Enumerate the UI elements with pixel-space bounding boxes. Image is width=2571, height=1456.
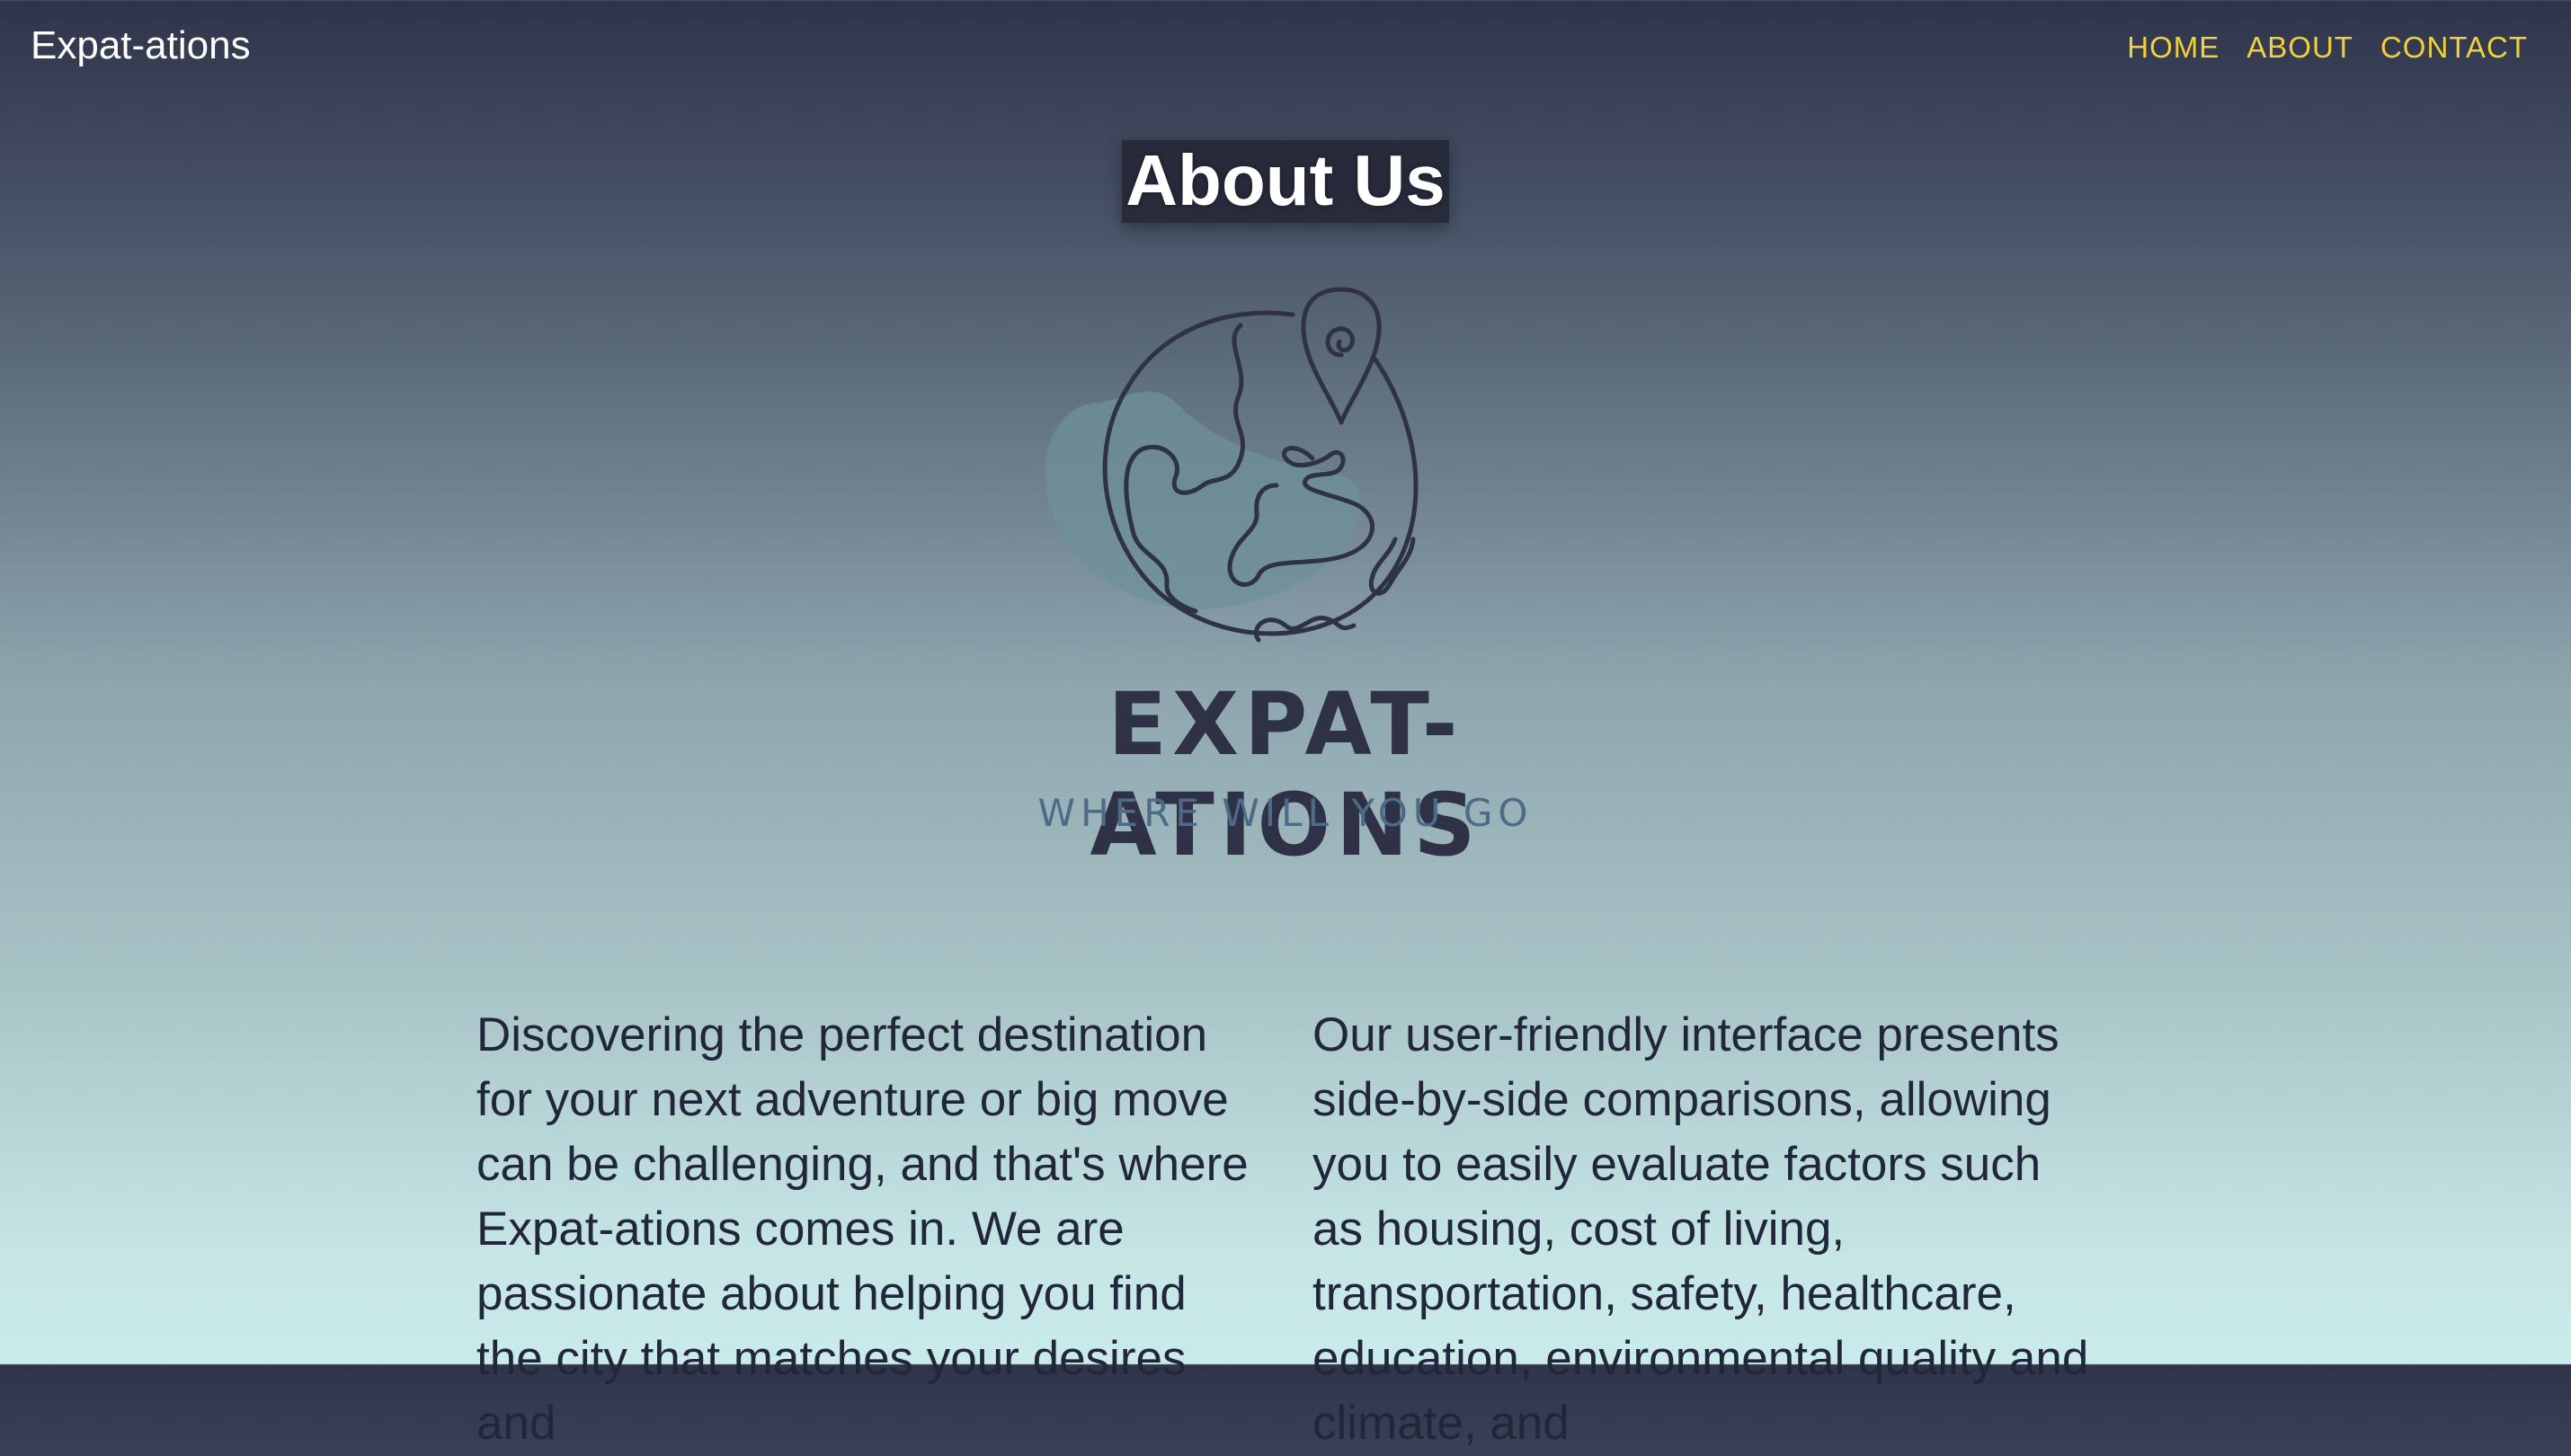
nav-home[interactable]: HOME [2127,31,2220,65]
pin-swirl [1325,326,1356,358]
main-nav: HOME ABOUT CONTACT [2127,31,2528,65]
globe-with-location-pin-icon [1045,287,1419,643]
brand-link[interactable]: Expat-ations [31,23,251,68]
nav-contact[interactable]: CONTACT [2380,31,2528,65]
nav-about[interactable]: ABOUT [2246,31,2353,65]
logo-wordmark: EXPAT-ATIONS [1090,674,1481,875]
logo-blob [1045,391,1361,610]
about-paragraph-right: Our user-friendly interface presents sid… [1312,1008,2089,1450]
page-title-wrapper: About Us [0,140,2571,223]
logo-tagline: WHERE WILL YOU GO [1037,791,1534,835]
about-content: Discovering the perfect destination for … [476,1003,2095,1456]
expat-ations-logo: EXPAT-ATIONS WHERE WILL YOU GO [953,270,1618,875]
about-paragraph-left: Discovering the perfect destination for … [476,1008,1249,1450]
page-title: About Us [1122,140,1449,223]
